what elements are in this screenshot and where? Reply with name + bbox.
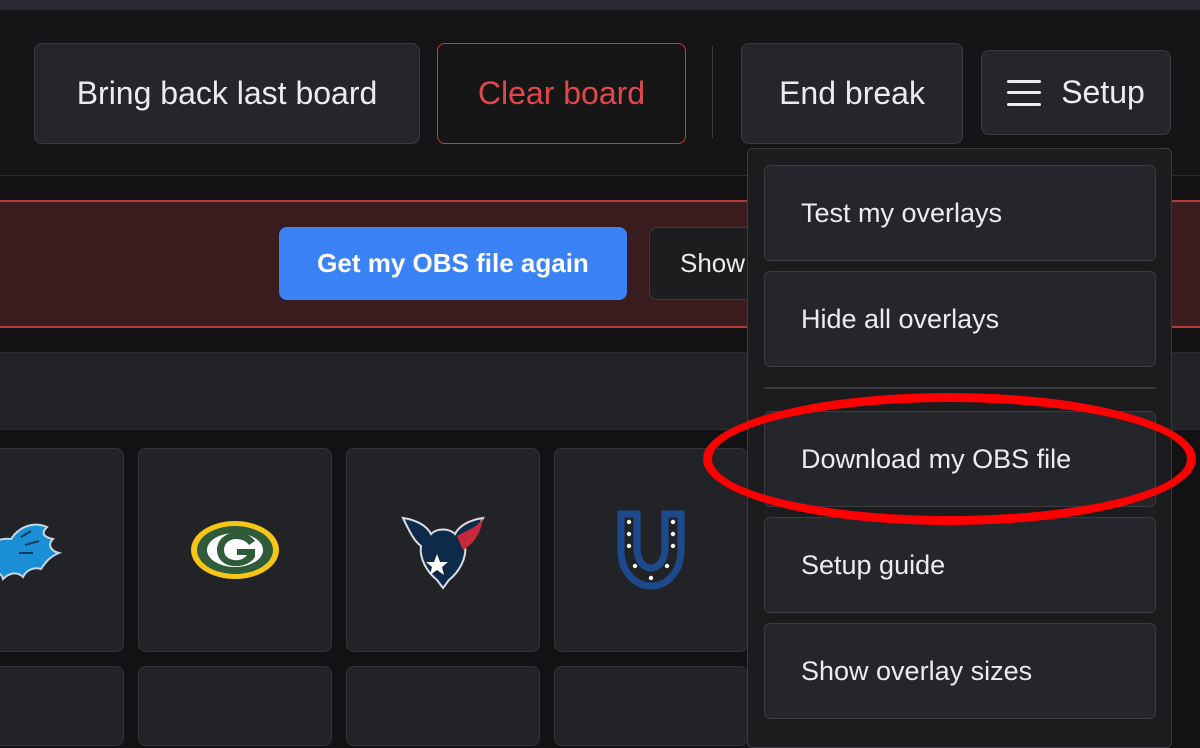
get-obs-file-again-button[interactable]: Get my OBS file again [279,227,627,300]
team-tile[interactable] [346,448,540,652]
hamburger-menu-icon [1007,79,1042,106]
window-top-strip [0,0,1200,10]
menu-item-label: Test my overlays [801,197,1003,228]
menu-item-setup-guide[interactable]: Setup guide [764,517,1156,613]
clear-board-button[interactable]: Clear board [437,43,686,144]
team-tile[interactable] [0,448,124,652]
clear-board-label: Clear board [477,75,646,111]
menu-item-label: Hide all overlays [801,303,1000,334]
texans-logo-icon [401,516,485,590]
setup-dropdown-menu: Test my overlays Hide all overlays Downl… [747,148,1172,748]
bring-back-last-board-button[interactable]: Bring back last board [34,43,420,144]
get-obs-file-again-label: Get my OBS file again [317,248,589,278]
menu-item-label: Show overlay sizes [801,655,1033,686]
setup-menu-button[interactable]: Setup [981,50,1171,135]
header-divider [712,46,713,138]
show-label: Show [680,248,746,278]
end-break-label: End break [779,75,925,111]
menu-divider [764,387,1156,389]
team-tile[interactable] [554,666,748,746]
team-tile[interactable] [346,666,540,746]
bring-back-last-board-label: Bring back last board [76,75,378,111]
packers-logo-icon [191,521,279,579]
colts-logo-icon [617,510,685,590]
team-tile[interactable] [138,666,332,746]
menu-item-label: Setup guide [801,549,946,580]
team-tile[interactable] [138,448,332,652]
menu-item-show-overlay-sizes[interactable]: Show overlay sizes [764,623,1156,719]
menu-item-download-obs-file[interactable]: Download my OBS file [764,411,1156,507]
lions-logo-icon [0,523,63,581]
menu-item-test-overlays[interactable]: Test my overlays [764,165,1156,261]
setup-label: Setup [1061,74,1145,110]
menu-item-label: Download my OBS file [801,443,1072,474]
team-tile[interactable] [554,448,748,652]
end-break-button[interactable]: End break [741,43,963,144]
menu-item-hide-overlays[interactable]: Hide all overlays [764,271,1156,367]
team-tile[interactable] [0,666,124,746]
